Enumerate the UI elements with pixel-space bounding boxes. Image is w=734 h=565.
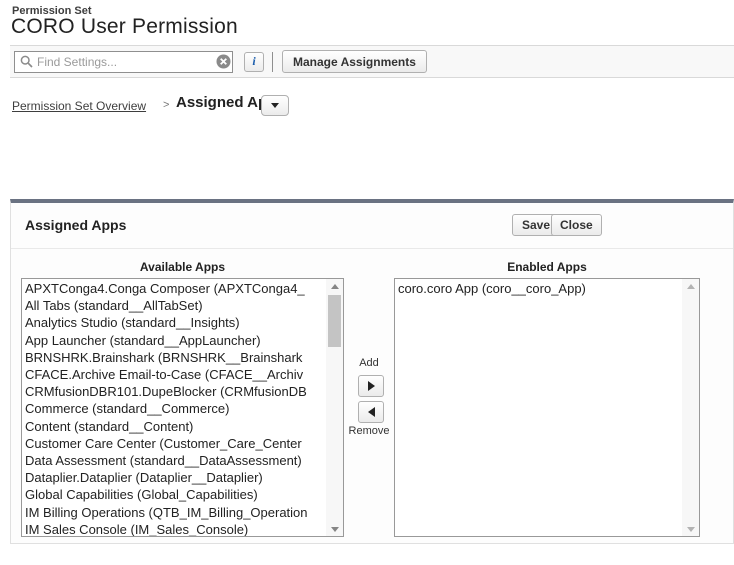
scroll-up-icon[interactable] [682, 279, 699, 293]
scroll-down-icon[interactable] [682, 522, 699, 536]
assigned-apps-panel: Assigned Apps Save Close Available Apps … [10, 199, 734, 544]
scrollbar-thumb[interactable] [328, 295, 341, 347]
permission-set-page: Permission Set CORO User Permission i Ma… [0, 0, 734, 565]
close-button[interactable]: Close [551, 214, 602, 236]
list-item[interactable]: IM Sales Console (IM_Sales_Console) [25, 521, 326, 536]
list-item[interactable]: APXTConga4.Conga Composer (APXTConga4_ [25, 280, 326, 297]
enabled-apps-header: Enabled Apps [394, 260, 700, 274]
list-item[interactable]: coro.coro App (coro__coro_App) [398, 280, 682, 297]
arrow-right-icon [368, 381, 375, 391]
add-label: Add [344, 357, 394, 369]
page-title: CORO User Permission [11, 15, 238, 39]
list-item[interactable]: Data Assessment (standard__DataAssessmen… [25, 452, 326, 469]
section-picker-dropdown[interactable] [261, 95, 289, 116]
arrow-left-icon [368, 407, 375, 417]
available-apps-scrollbar[interactable] [326, 279, 343, 536]
toolbar-divider [272, 52, 273, 72]
chevron-down-icon [271, 103, 279, 108]
list-item[interactable]: Global Capabilities (Global_Capabilities… [25, 486, 326, 503]
list-item[interactable]: All Tabs (standard__AllTabSet) [25, 297, 326, 314]
enabled-apps-options: coro.coro App (coro__coro_App) [395, 280, 682, 536]
list-item[interactable]: Dataplier.Dataplier (Dataplier__Dataplie… [25, 469, 326, 486]
available-apps-listbox[interactable]: APXTConga4.Conga Composer (APXTConga4_Al… [21, 278, 344, 537]
list-item[interactable]: IM Billing Operations (QTB_IM_Billing_Op… [25, 504, 326, 521]
available-apps-options: APXTConga4.Conga Composer (APXTConga4_Al… [22, 280, 326, 536]
list-item[interactable]: Content (standard__Content) [25, 418, 326, 435]
remove-label: Remove [344, 425, 394, 437]
list-item[interactable]: App Launcher (standard__AppLauncher) [25, 332, 326, 349]
find-settings-searchbox[interactable] [14, 51, 233, 73]
list-item[interactable]: BRNSHRK.Brainshark (BRNSHRK__Brainshark [25, 349, 326, 366]
available-apps-header: Available Apps [21, 260, 344, 274]
scroll-up-icon[interactable] [326, 279, 343, 293]
search-icon [20, 55, 33, 68]
add-button[interactable] [358, 375, 384, 397]
list-item[interactable]: Customer Care Center (Customer_Care_Cent… [25, 435, 326, 452]
breadcrumb-overview-link[interactable]: Permission Set Overview [12, 99, 146, 113]
panel-title: Assigned Apps [25, 217, 126, 233]
list-item[interactable]: Analytics Studio (standard__Insights) [25, 314, 326, 331]
enabled-apps-scrollbar[interactable] [682, 279, 699, 536]
remove-button[interactable] [358, 401, 384, 423]
breadcrumb-separator: > [163, 99, 169, 111]
manage-assignments-button[interactable]: Manage Assignments [282, 50, 427, 73]
clear-search-icon[interactable] [213, 54, 228, 69]
scroll-down-icon[interactable] [326, 522, 343, 536]
enabled-apps-listbox[interactable]: coro.coro App (coro__coro_App) [394, 278, 700, 537]
list-item[interactable]: CRMfusionDBR101.DupeBlocker (CRMfusionDB [25, 383, 326, 400]
list-item[interactable]: CFACE.Archive Email-to-Case (CFACE__Arch… [25, 366, 326, 383]
settings-toolbar: i Manage Assignments [10, 45, 734, 78]
list-item[interactable]: Commerce (standard__Commerce) [25, 400, 326, 417]
panel-header-divider [11, 248, 733, 249]
help-info-button[interactable]: i [244, 52, 264, 72]
search-input[interactable] [33, 55, 213, 69]
